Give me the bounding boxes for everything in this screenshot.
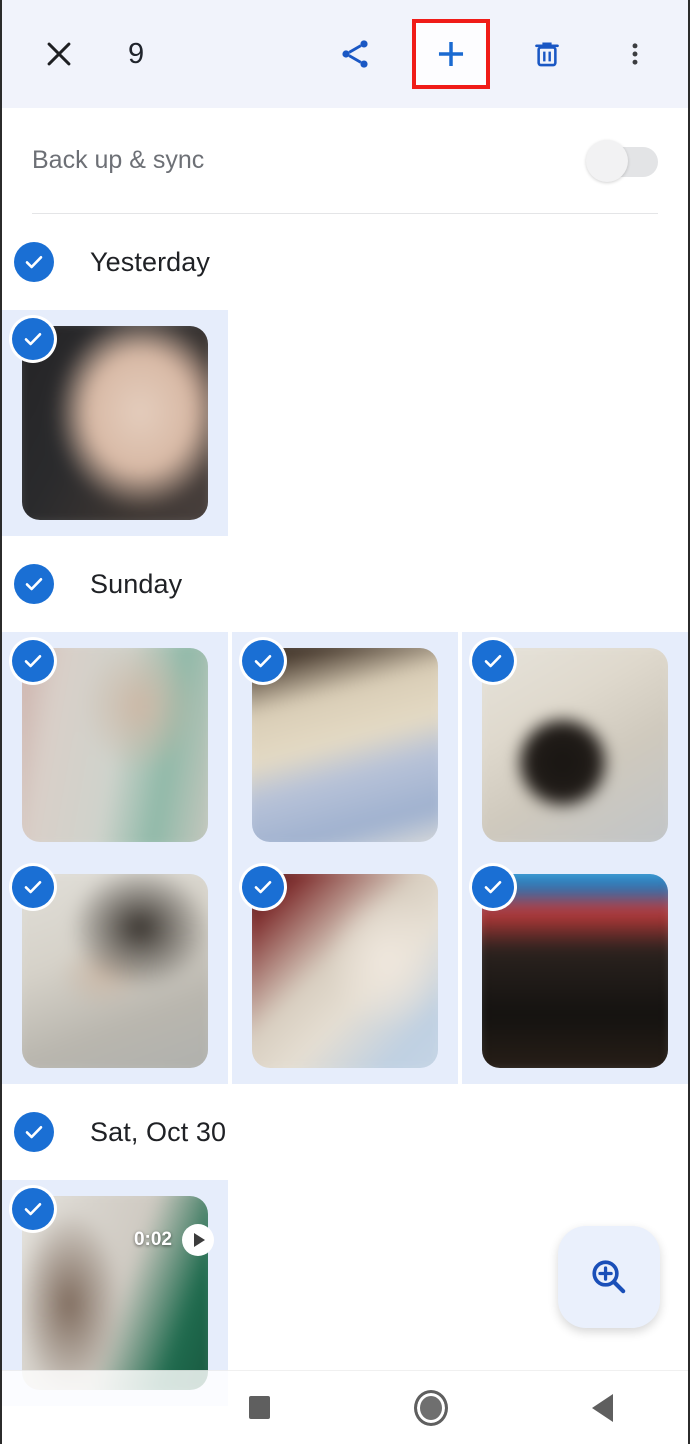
thumbnail-image	[252, 648, 438, 842]
photo-grid-row	[2, 632, 688, 858]
app-bar-actions	[324, 19, 666, 89]
backup-sync-toggle[interactable]	[586, 139, 658, 182]
tile-select-checkbox[interactable]	[12, 1188, 54, 1230]
check-icon	[25, 1126, 43, 1139]
tile-select-checkbox[interactable]	[242, 866, 284, 908]
photo-grid-row	[2, 310, 688, 536]
thumbnail-pixels	[252, 874, 438, 1068]
tile-select-checkbox[interactable]	[12, 318, 54, 360]
section-header: Sunday	[2, 536, 688, 632]
check-icon	[254, 881, 272, 894]
photo-tile[interactable]	[462, 632, 688, 858]
photo-grid-row	[2, 858, 688, 1084]
back-triangle-icon	[591, 1393, 613, 1422]
tile-select-checkbox[interactable]	[12, 640, 54, 682]
tile-select-checkbox[interactable]	[12, 866, 54, 908]
play-triangle	[194, 1233, 205, 1247]
check-icon	[24, 881, 42, 894]
delete-button[interactable]	[516, 23, 578, 85]
thumbnail-pixels	[252, 648, 438, 842]
more-vertical-icon	[632, 43, 638, 65]
recents-square-icon	[248, 1396, 270, 1419]
android-navigation-bar	[2, 1370, 688, 1444]
selection-app-bar: 9	[2, 0, 688, 108]
plus-icon	[438, 41, 464, 67]
video-meta: 0:02	[134, 1224, 214, 1256]
section-select-checkbox[interactable]	[14, 242, 54, 282]
section-select-checkbox[interactable]	[14, 1112, 54, 1152]
trash-icon	[535, 42, 559, 67]
check-icon	[484, 655, 502, 668]
zoom-in-icon	[592, 1260, 626, 1294]
section-header: Sat, Oct 30	[2, 1084, 688, 1180]
backup-sync-label: Back up & sync	[32, 146, 205, 174]
zoom-in-fab[interactable]	[558, 1226, 660, 1328]
thumbnail-image	[252, 874, 438, 1068]
section-title: Yesterday	[90, 246, 210, 277]
photo-tile[interactable]	[232, 858, 458, 1084]
check-icon	[254, 655, 272, 668]
toggle-knob	[586, 139, 628, 182]
thumbnail-pixels	[22, 326, 208, 520]
app-bar-left-group: 9	[28, 23, 144, 85]
section-select-checkbox[interactable]	[14, 564, 54, 604]
video-duration: 0:02	[133, 1229, 172, 1250]
play-button-icon[interactable]	[182, 1224, 214, 1256]
check-icon	[24, 333, 42, 346]
check-icon	[25, 578, 43, 591]
thumbnail-image	[22, 874, 208, 1068]
thumbnail-pixels	[482, 648, 668, 842]
photo-tile[interactable]	[462, 858, 688, 1084]
tile-select-checkbox[interactable]	[242, 640, 284, 682]
add-to-album-button[interactable]	[412, 19, 490, 89]
tile-select-checkbox[interactable]	[472, 640, 514, 682]
backup-sync-row[interactable]: Back up & sync	[2, 108, 688, 213]
back-button[interactable]	[517, 1393, 689, 1422]
section-header: Yesterday	[2, 214, 688, 310]
selection-count: 9	[128, 37, 145, 70]
thumbnail-image	[482, 874, 668, 1068]
share-icon	[342, 40, 368, 68]
check-icon	[25, 256, 43, 269]
photo-tile[interactable]	[2, 310, 228, 536]
thumbnail-pixels	[482, 874, 668, 1068]
overflow-menu-button[interactable]	[604, 23, 666, 85]
check-icon	[484, 881, 502, 894]
thumbnail-image	[22, 648, 208, 842]
thumbnail-image	[22, 326, 208, 520]
thumbnail-pixels	[22, 648, 208, 842]
phone-screen: 9 Back up & sync Yesterday Sunday Sat, O…	[0, 0, 690, 1444]
check-icon	[24, 1203, 42, 1216]
thumbnail-image	[482, 648, 668, 842]
recents-button[interactable]	[174, 1396, 346, 1419]
photo-tile[interactable]	[232, 632, 458, 858]
close-selection-button[interactable]	[28, 23, 90, 85]
share-button[interactable]	[324, 23, 386, 85]
check-icon	[24, 655, 42, 668]
thumbnail-pixels	[22, 874, 208, 1068]
photo-tile[interactable]	[2, 858, 228, 1084]
close-icon	[47, 42, 71, 66]
home-button[interactable]	[345, 1389, 517, 1426]
section-title: Sunday	[90, 568, 183, 599]
home-circle-icon	[413, 1389, 448, 1426]
section-title: Sat, Oct 30	[90, 1116, 227, 1147]
tile-select-checkbox[interactable]	[472, 866, 514, 908]
photo-tile[interactable]	[2, 632, 228, 858]
